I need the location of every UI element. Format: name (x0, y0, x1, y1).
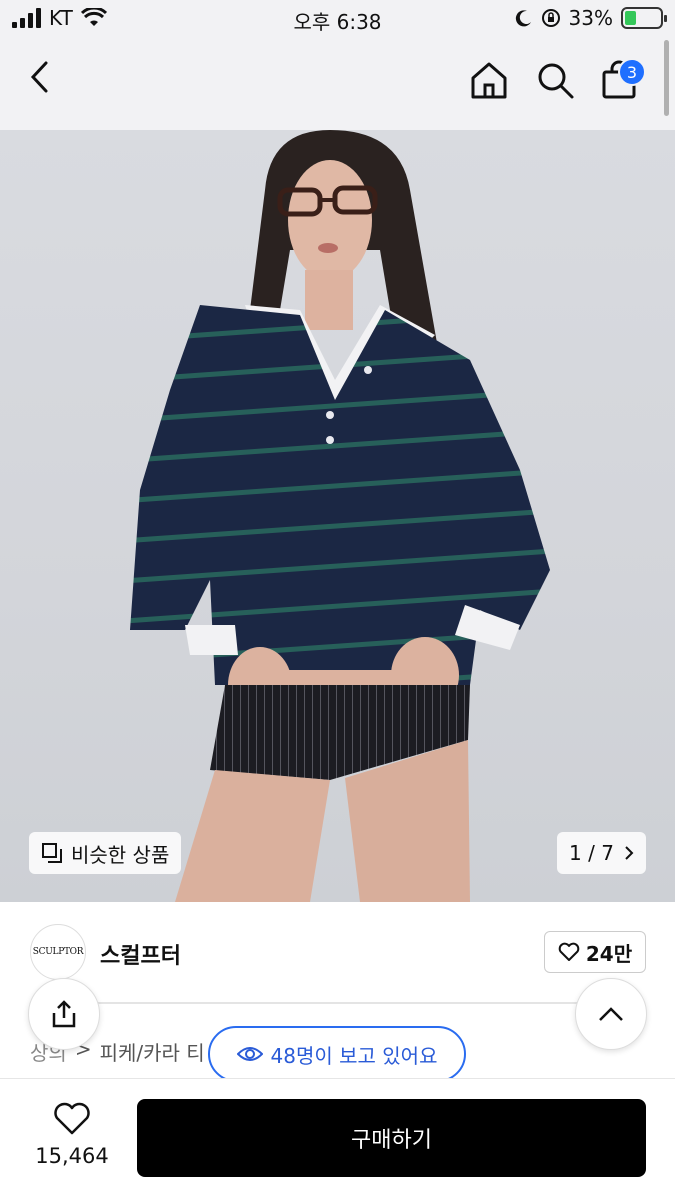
chevron-up-icon (599, 1007, 623, 1021)
share-icon (52, 1000, 76, 1028)
brand-logo-text: SCULPTOR (32, 947, 84, 957)
search-icon (538, 63, 574, 99)
model-photo (130, 130, 550, 902)
viewers-text: 48명이 보고 있어요 (270, 1043, 438, 1068)
orientation-lock-icon (541, 9, 560, 27)
viewers-badge: 48명이 보고 있어요 (208, 1026, 466, 1082)
similar-products-label: 비슷한 상품 (71, 842, 170, 867)
product-image[interactable] (0, 130, 675, 902)
back-button[interactable] (28, 60, 50, 98)
divider (88, 1002, 588, 1004)
page-indicator: 1 / 7 (569, 841, 614, 865)
chevron-right-icon (625, 846, 634, 860)
image-pager[interactable]: 1 / 7 (557, 832, 646, 874)
share-button[interactable] (28, 978, 100, 1050)
wishlist-button[interactable]: 15,464 (30, 1102, 114, 1168)
home-button[interactable] (469, 60, 509, 104)
brand-like-button[interactable]: 24만 (544, 931, 646, 973)
moon-icon (515, 10, 531, 27)
heart-icon (558, 942, 580, 961)
brand-logo[interactable]: SCULPTOR (30, 924, 86, 980)
buy-button[interactable]: 구매하기 (137, 1099, 646, 1177)
scroll-to-top-button[interactable] (575, 978, 647, 1050)
brand-name[interactable]: 스컬프터 (100, 938, 181, 970)
chevron-left-icon (30, 61, 48, 93)
wishlist-count: 15,464 (35, 1144, 109, 1168)
cart-count-badge: 3 (618, 58, 646, 86)
copy-icon (42, 843, 62, 863)
battery-icon (621, 7, 667, 29)
brand-like-count: 24만 (585, 941, 633, 966)
breadcrumb-item[interactable]: 피케/카라 티 (100, 1037, 205, 1066)
status-bar: KT 오후 6:38 33% (0, 0, 675, 40)
eye-icon (236, 1047, 263, 1061)
battery-percent: 33% (568, 6, 613, 30)
scrollbar[interactable] (664, 40, 669, 116)
heart-icon (54, 1102, 90, 1135)
home-icon (471, 62, 507, 99)
similar-products-button[interactable]: 비슷한 상품 (29, 832, 182, 874)
search-button[interactable] (535, 60, 575, 104)
